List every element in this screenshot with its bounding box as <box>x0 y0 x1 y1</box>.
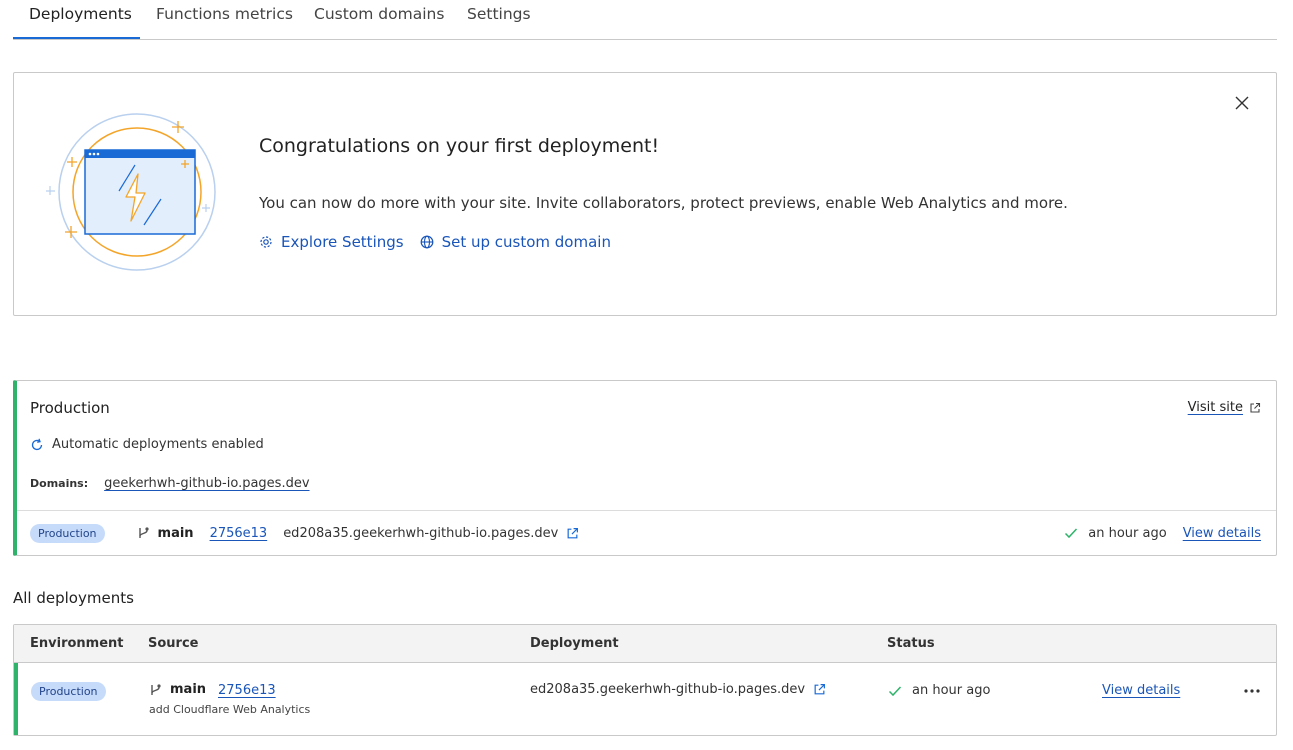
automatic-deployments-label: Automatic deployments enabled <box>52 437 264 452</box>
banner-title: Congratulations on your first deployment… <box>259 135 660 157</box>
tab-bar: Deployments Functions metrics Custom dom… <box>13 0 1277 40</box>
checkmark-icon <box>888 685 902 696</box>
tab-deployments[interactable]: Deployments <box>29 5 132 23</box>
setup-custom-domain-link[interactable]: Set up custom domain <box>420 233 611 251</box>
automatic-deployments-status: Automatic deployments enabled <box>30 437 264 452</box>
all-deployments-title: All deployments <box>13 589 134 607</box>
refresh-icon <box>31 438 43 450</box>
tab-settings[interactable]: Settings <box>467 5 531 23</box>
branch-name: main <box>170 682 207 697</box>
commit-hash-link[interactable]: 2756e13 <box>218 683 276 698</box>
branch: main <box>137 526 194 541</box>
branch-name: main <box>157 525 194 541</box>
environment-badge: Production <box>30 523 105 543</box>
deployment-illustration <box>46 113 216 271</box>
table-row: Production main 2756e13 add Cloudflare W… <box>14 663 1276 735</box>
git-branch-icon <box>151 683 161 695</box>
table-header: Environment Source Deployment Status <box>14 625 1276 663</box>
domains-row: Domains: geekerhwh-github-io.pages.dev <box>30 476 310 491</box>
external-link-icon <box>814 684 826 695</box>
production-domain-link[interactable]: geekerhwh-github-io.pages.dev <box>104 476 309 491</box>
production-card: Production Visit site Automatic deployme… <box>13 380 1277 556</box>
banner-description: You can now do more with your site. Invi… <box>259 194 1068 212</box>
explore-settings-label: Explore Settings <box>281 233 404 251</box>
column-header-source: Source <box>148 636 199 651</box>
checkmark-icon <box>1065 528 1078 539</box>
deployment-url: ed208a35.geekerhwh-github-io.pages.dev <box>283 525 559 541</box>
production-title: Production <box>30 399 110 417</box>
globe-icon <box>420 235 433 249</box>
status-time: an hour ago <box>1088 525 1167 541</box>
branch: main <box>149 682 206 697</box>
visit-site-link[interactable]: Visit site <box>1188 400 1261 415</box>
column-header-environment: Environment <box>30 636 124 651</box>
git-branch-icon <box>138 527 149 538</box>
more-options-icon[interactable] <box>1244 689 1260 693</box>
gear-icon <box>260 236 272 248</box>
column-header-status: Status <box>887 636 935 651</box>
first-deployment-banner: Congratulations on your first deployment… <box>13 72 1277 316</box>
domains-label: Domains: <box>30 477 89 490</box>
tab-functions-metrics[interactable]: Functions metrics <box>156 5 293 23</box>
active-tab-indicator <box>13 37 140 39</box>
setup-custom-domain-label: Set up custom domain <box>441 233 611 251</box>
column-header-deployment: Deployment <box>530 636 619 651</box>
deployment-url: ed208a35.geekerhwh-github-io.pages.dev <box>530 682 806 697</box>
explore-settings-link[interactable]: Explore Settings <box>259 233 404 251</box>
view-details-link[interactable]: View details <box>1183 526 1261 541</box>
commit-hash-link[interactable]: 2756e13 <box>210 526 268 541</box>
deployment-url-link[interactable]: ed208a35.geekerhwh-github-io.pages.dev <box>530 682 826 697</box>
view-details-link[interactable]: View details <box>1102 683 1180 698</box>
external-link-icon <box>1250 402 1261 413</box>
visit-site-label: Visit site <box>1187 400 1243 415</box>
deployment-status: an hour ago <box>888 683 990 698</box>
tab-custom-domains[interactable]: Custom domains <box>314 5 444 23</box>
external-link-icon <box>567 527 579 538</box>
deployment-status: an hour ago <box>1064 525 1167 541</box>
deployment-url-link[interactable]: ed208a35.geekerhwh-github-io.pages.dev <box>283 526 579 541</box>
commit-message: add Cloudflare Web Analytics <box>149 703 311 716</box>
environment-badge: Production <box>31 682 106 701</box>
deployments-table: Environment Source Deployment Status Pro… <box>13 624 1277 736</box>
banner-links: Explore Settings Set up custom domain <box>259 233 611 251</box>
production-deployment-row: Production main 2756e13 ed208a35.geekerh… <box>30 511 1261 555</box>
close-icon[interactable] <box>1234 95 1250 111</box>
status-time: an hour ago <box>912 683 991 698</box>
